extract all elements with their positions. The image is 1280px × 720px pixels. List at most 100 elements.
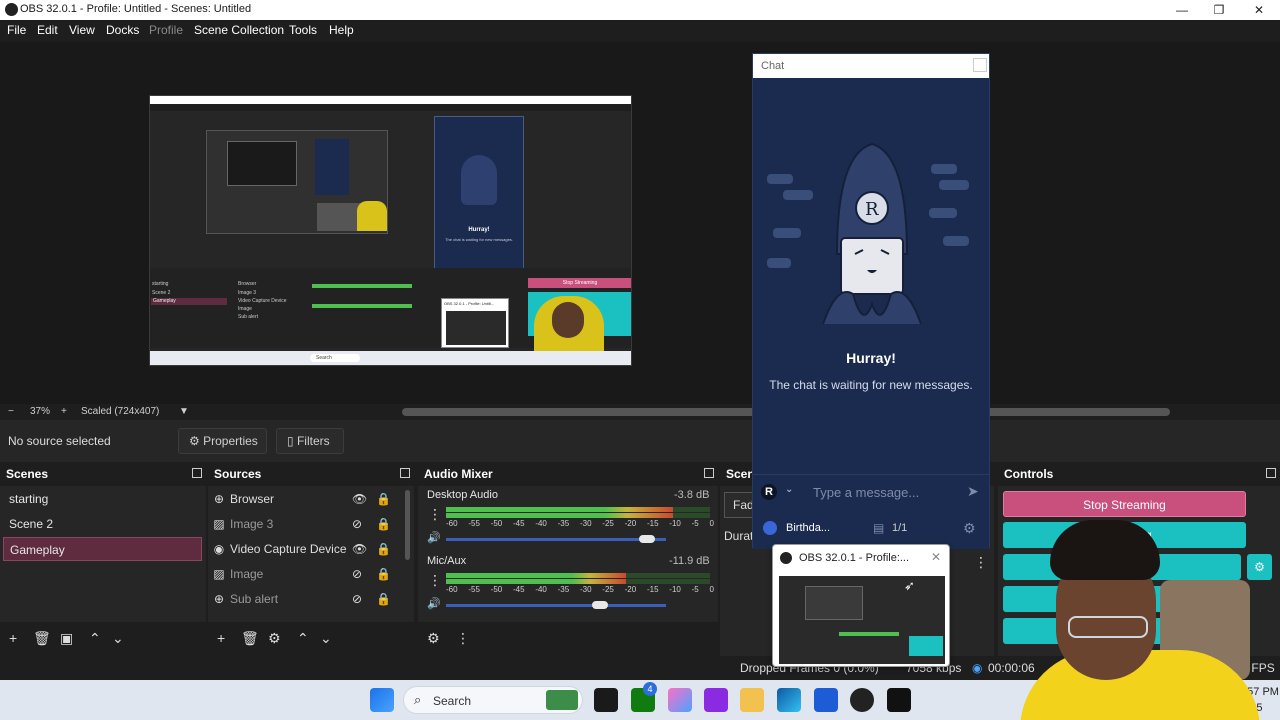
chat-user-name[interactable]: Birthda... xyxy=(786,522,830,534)
store-icon[interactable] xyxy=(814,688,838,712)
properties-button[interactable]: ⚙ Properties xyxy=(178,428,267,454)
mic-aux-volume-slider[interactable] xyxy=(446,604,666,607)
search-highlight-icon xyxy=(546,690,578,710)
chat-settings-icon[interactable]: ⚙ xyxy=(963,520,976,537)
mini-preview-nested xyxy=(206,130,388,234)
obs-taskbar-icon[interactable] xyxy=(850,688,874,712)
move-down-icon[interactable]: ⌄ xyxy=(112,630,124,647)
source-item[interactable]: ▨ Image 3 ⊘ 🔒 xyxy=(208,512,406,537)
zoom-dropdown-icon[interactable]: ▼ xyxy=(179,406,189,417)
menu-help[interactable]: Help xyxy=(329,23,354,37)
app-icon-purple[interactable] xyxy=(704,688,728,712)
popup-thumbnail[interactable] xyxy=(779,576,945,664)
chat-empty-subtitle: The chat is waiting for new messages. xyxy=(769,378,973,392)
eye-icon[interactable]: 👁 xyxy=(352,537,367,562)
edge-icon[interactable] xyxy=(777,688,801,712)
desktop-audio-volume-knob[interactable] xyxy=(638,535,655,543)
mascot-logo-letter: R xyxy=(865,199,879,220)
lock-icon[interactable]: 🔒 xyxy=(376,487,391,512)
move-up-icon[interactable]: ⌃ xyxy=(89,630,101,647)
mic-aux-menu-icon[interactable]: ⋮ xyxy=(428,572,442,589)
source-properties-icon[interactable]: ⚙ xyxy=(268,630,281,647)
filter-icon: ▯ xyxy=(287,434,294,448)
transition-menu-icon[interactable]: ⋮ xyxy=(974,554,988,571)
lock-icon[interactable]: 🔒 xyxy=(376,512,391,537)
windows-start-icon[interactable] xyxy=(370,688,394,712)
chat-count: 1/1 xyxy=(892,522,908,534)
undock-icon[interactable] xyxy=(1266,468,1276,478)
source-item[interactable]: ▨ Image ⊘ 🔒 xyxy=(208,562,406,587)
mascot-illustration: R xyxy=(767,142,969,325)
audio-mixer-title: Audio Mixer xyxy=(418,462,718,486)
lock-icon[interactable]: 🔒 xyxy=(376,587,391,612)
eye-icon[interactable]: 👁 xyxy=(352,487,367,512)
zoom-mode[interactable]: Scaled (724x407) xyxy=(81,406,159,417)
app-icon-vector[interactable] xyxy=(594,688,618,712)
undock-icon[interactable] xyxy=(704,468,714,478)
chevron-down-icon[interactable]: ⌄ xyxy=(785,484,793,495)
scenes-dock: Scenes starting Scene 2 Gameplay + 🗑 ▣ ⌃… xyxy=(0,462,206,656)
menu-bar: File Edit View Docks Profile Scene Colle… xyxy=(0,20,1280,42)
webcam-overlay xyxy=(1010,520,1280,720)
xbox-icon[interactable]: 4 xyxy=(631,682,657,712)
eye-hidden-icon[interactable]: ⊘ xyxy=(352,562,362,587)
desktop-audio-volume-slider[interactable] xyxy=(446,538,666,541)
source-item[interactable]: ⊕ Sub alert ⊘ 🔒 xyxy=(208,587,406,612)
sources-scrollbar[interactable] xyxy=(405,490,410,560)
mic-aux-volume-knob[interactable] xyxy=(592,601,609,609)
scene-filters-icon[interactable]: ▣ xyxy=(60,630,73,647)
maximize-button[interactable]: ❐ xyxy=(1199,1,1239,19)
menu-profile[interactable]: Profile xyxy=(149,23,183,37)
taskbar-preview-popup[interactable]: OBS 32.0.1 - Profile:... ✕ xyxy=(772,544,950,667)
preview-canvas[interactable]: Hurray! The chat is waiting for new mess… xyxy=(149,95,632,366)
eye-hidden-icon[interactable]: ⊘ xyxy=(352,512,362,537)
scene-item-gameplay[interactable]: Gameplay xyxy=(3,537,202,561)
menu-scene-collection[interactable]: Scene Collection xyxy=(194,23,284,37)
desktop-audio-menu-icon[interactable]: ⋮ xyxy=(428,506,442,523)
file-explorer-icon[interactable] xyxy=(740,688,764,712)
stop-streaming-button[interactable]: Stop Streaming xyxy=(1003,491,1246,517)
zoom-in-button[interactable]: + xyxy=(61,406,67,417)
advanced-audio-icon[interactable]: ⚙ xyxy=(427,630,440,647)
speaker-icon[interactable]: 🔊 xyxy=(427,531,441,544)
menu-edit[interactable]: Edit xyxy=(37,23,58,37)
move-down-icon[interactable]: ⌄ xyxy=(320,630,332,647)
desktop-audio-meter xyxy=(446,513,710,518)
app-icon-dark[interactable] xyxy=(887,688,911,712)
menu-file[interactable]: File xyxy=(7,23,26,37)
send-icon[interactable]: ➤ xyxy=(967,483,979,500)
close-button[interactable]: ✕ xyxy=(1239,1,1279,19)
undock-icon[interactable] xyxy=(400,468,410,478)
platform-avatar[interactable]: R xyxy=(761,484,777,500)
lock-icon[interactable]: 🔒 xyxy=(376,537,391,562)
scene-item-starting[interactable]: starting xyxy=(3,487,202,511)
mixer-menu-icon[interactable]: ⋮ xyxy=(456,630,470,647)
add-scene-icon[interactable]: + xyxy=(9,630,17,646)
popup-close-icon[interactable]: ✕ xyxy=(931,550,941,564)
add-source-icon[interactable]: + xyxy=(217,630,225,646)
source-item[interactable]: ⊕ Browser 👁 🔒 xyxy=(208,487,406,512)
chat-message-input[interactable]: Type a message... xyxy=(813,485,919,500)
lock-icon[interactable]: 🔒 xyxy=(376,562,391,587)
menu-docks[interactable]: Docks xyxy=(106,23,139,37)
move-up-icon[interactable]: ⌃ xyxy=(297,630,309,647)
zoom-out-button[interactable]: − xyxy=(8,406,14,417)
remove-scene-icon[interactable]: 🗑 xyxy=(33,630,51,647)
scenes-toolbar: + 🗑 ▣ ⌃ ⌄ xyxy=(0,622,206,656)
sources-toolbar: + 🗑 ⚙ ⌃ ⌄ xyxy=(208,622,414,656)
speaker-icon[interactable]: 🔊 xyxy=(427,597,441,610)
minimize-button[interactable]: — xyxy=(1162,1,1202,19)
filters-button[interactable]: ▯ Filters xyxy=(276,428,344,454)
eye-hidden-icon[interactable]: ⊘ xyxy=(352,587,362,612)
chat-float-icon[interactable] xyxy=(973,58,987,72)
menu-tools[interactable]: Tools xyxy=(289,23,317,37)
undock-icon[interactable] xyxy=(192,468,202,478)
viewers-icon: ▤ xyxy=(873,521,885,535)
mic-aux-scale: -60 -55 -50 -45 -40 -35 -30 -25 -20 -15 -10 -5 0 xyxy=(446,585,714,594)
copilot-icon[interactable] xyxy=(668,688,692,712)
scene-item-scene-2[interactable]: Scene 2 xyxy=(3,512,202,536)
menu-view[interactable]: View xyxy=(69,23,95,37)
remove-source-icon[interactable]: 🗑 xyxy=(241,630,259,647)
source-item[interactable]: ◉ Video Capture Device 👁 🔒 xyxy=(208,537,406,562)
taskbar-search-box[interactable]: ⌕ Search xyxy=(403,686,583,714)
